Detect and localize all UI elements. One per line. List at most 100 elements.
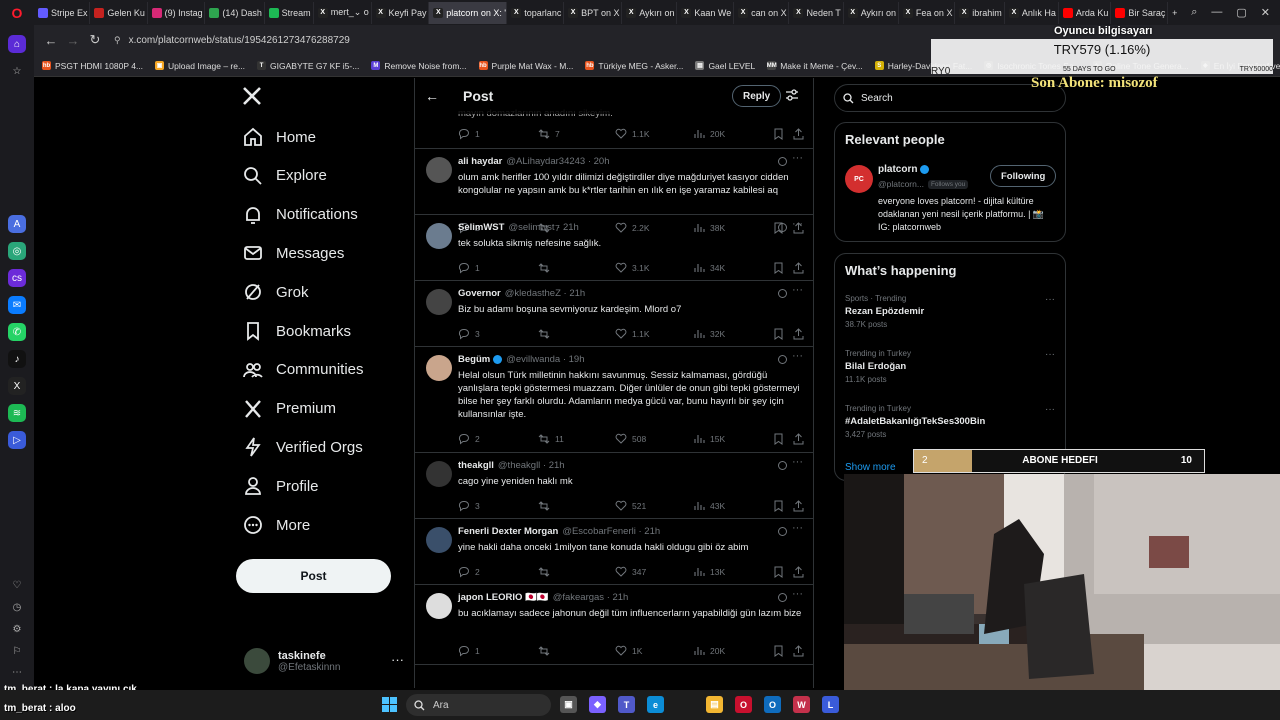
player-icon[interactable]: ▷	[8, 431, 26, 449]
browser-tab[interactable]: Stripe Ex	[34, 1, 91, 24]
bookmark-item[interactable]: hb Türkiye MEG - Asker...	[585, 61, 683, 71]
browser-tab[interactable]: X Keyfi Pay	[372, 1, 430, 24]
views-chart-action[interactable]: 13K	[693, 566, 725, 578]
views-chart-action[interactable]: 20K	[693, 128, 725, 140]
tweet[interactable]: ali haydar @ALihaydar34243 · 20h ··· olum a…	[415, 149, 813, 234]
nav-verified-orgs[interactable]: Verified Orgs	[242, 432, 363, 462]
share-action[interactable]	[793, 128, 809, 140]
author-name[interactable]: ali haydar	[458, 156, 502, 167]
x-sidebar-icon[interactable]: X	[8, 377, 26, 395]
trend-more-icon[interactable]: ···	[1045, 404, 1055, 415]
back-nav-icon[interactable]: ←	[40, 33, 62, 48]
copilot-icon[interactable]: ◆	[589, 696, 606, 713]
bookmark-action[interactable]	[773, 433, 789, 445]
app-teal-icon[interactable]: ◎	[8, 242, 26, 260]
account-more-icon[interactable]: ···	[391, 652, 404, 667]
avatar[interactable]	[426, 289, 452, 315]
heart-action[interactable]: 1.1K	[615, 328, 650, 340]
trend-item[interactable]: Sports · Trending Rezan Epözdemir 38.7K po…	[845, 294, 1055, 329]
bookmark-item[interactable]: M Remove Noise from...	[371, 61, 467, 71]
browser-tab[interactable]: X Anlık Ha	[1005, 1, 1059, 24]
heart-action[interactable]: 1.1K	[615, 128, 650, 140]
views-chart-action[interactable]: 34K	[693, 262, 725, 274]
outlook-icon[interactable]: O	[764, 696, 781, 713]
views-chart-action[interactable]: 43K	[693, 500, 725, 512]
trend-more-icon[interactable]: ···	[1045, 294, 1055, 305]
browser-tab[interactable]: Gelen Ku	[90, 1, 148, 24]
show-more-link[interactable]: Show more	[845, 462, 896, 473]
author-name[interactable]: theakgll	[458, 460, 494, 471]
browser-tab[interactable]: Xtoparlanc	[507, 1, 565, 24]
share-action[interactable]	[793, 566, 809, 578]
author-handle[interactable]: @selimwst · 21h	[508, 222, 578, 233]
tweet[interactable]: theakgll @theakgll · 21h ··· cago yine yeni…	[415, 453, 813, 519]
reply-action[interactable]: 1	[458, 128, 480, 140]
forward-nav-icon[interactable]: →	[62, 33, 84, 48]
bookmark-action[interactable]	[773, 645, 789, 657]
bookmark-item[interactable]: hb PSGT HDMI 1080P 4...	[42, 61, 143, 71]
windows-start-icon[interactable]	[381, 696, 398, 713]
site-info-icon[interactable]: ⚲	[114, 35, 121, 46]
avatar[interactable]	[426, 157, 452, 183]
tweet-more-icon[interactable]: ···	[792, 522, 803, 534]
favorites-heart-icon[interactable]: ♡	[8, 576, 26, 594]
tiktok-icon[interactable]: ♪	[8, 350, 26, 368]
heart-action[interactable]: 521	[615, 500, 646, 512]
home-speed-dial-icon[interactable]: ⌂	[8, 35, 26, 53]
platcorn-avatar[interactable]: PC	[845, 165, 873, 193]
bookmark-action[interactable]	[773, 328, 789, 340]
avatar[interactable]	[426, 527, 452, 553]
browser-tab[interactable]: X Aykırı on	[622, 1, 678, 24]
app-cs-icon[interactable]: cs	[8, 269, 26, 287]
author-handle[interactable]: @EscobarFenerli · 21h	[562, 526, 660, 537]
author-name[interactable]: japon LEORIO 🇯🇵🇯🇵	[458, 592, 549, 603]
views-chart-action[interactable]: 32K	[693, 328, 725, 340]
trend-item[interactable]: Trending in Turkey Bilal Erdoğan 11.1K pos…	[845, 349, 1055, 384]
tweet-more-icon[interactable]: ···	[792, 284, 803, 296]
avatar[interactable]	[426, 223, 452, 249]
tweet[interactable]: Fenerli Dexter Morgan @EscobarFenerli · 2…	[415, 519, 813, 585]
tweet[interactable]: SelimWST @selimwst · 21h ··· tek solukta si…	[415, 215, 813, 281]
browser-tab[interactable]: (14) Dash	[205, 1, 265, 24]
share-action[interactable]	[793, 645, 809, 657]
sliders-icon[interactable]	[785, 88, 799, 107]
grok-explain-icon[interactable]	[778, 593, 787, 602]
reply-button[interactable]: Reply	[732, 85, 782, 107]
edge-icon[interactable]: e	[647, 696, 664, 713]
x-logo-icon[interactable]	[242, 86, 262, 112]
bookmark-action[interactable]	[773, 500, 789, 512]
reply-action[interactable]: 3	[458, 328, 480, 340]
settings-gear-icon[interactable]: ⚙	[8, 620, 26, 638]
teams-icon[interactable]: T	[618, 696, 635, 713]
browser-tab[interactable]: X Neden T	[789, 1, 844, 24]
reply-action[interactable]: 2	[458, 433, 480, 445]
repost-action[interactable]	[538, 566, 555, 578]
tweet[interactable]: japon LEORIO 🇯🇵🇯🇵 @fakeargas · 21h ··· bu a…	[415, 585, 813, 665]
grok-explain-icon[interactable]	[778, 289, 787, 298]
reload-icon[interactable]: ↻	[84, 32, 106, 48]
new-tab-icon[interactable]: +	[1168, 2, 1181, 24]
minimize-icon[interactable]: —	[1211, 6, 1222, 19]
heart-action[interactable]: 1K	[615, 645, 642, 657]
heart-action[interactable]: 3.1K	[615, 262, 650, 274]
share-action[interactable]	[793, 328, 809, 340]
author-handle[interactable]: @kledastheZ · 21h	[505, 288, 585, 299]
grok-explain-icon[interactable]	[778, 527, 787, 536]
share-action[interactable]	[793, 262, 809, 274]
reply-action[interactable]: 2	[458, 566, 480, 578]
browser-tab[interactable]: Bir Saraç	[1111, 1, 1169, 24]
wps-icon[interactable]: W	[793, 696, 810, 713]
task-view-icon[interactable]: ▣	[560, 696, 577, 713]
sidebar-more-icon[interactable]: ⋯	[8, 663, 26, 681]
views-chart-action[interactable]: 15K	[693, 433, 725, 445]
post-button[interactable]: Post	[236, 559, 391, 593]
nav-explore[interactable]: Explore	[242, 161, 327, 191]
trend-item[interactable]: Trending in Turkey #AdaletBakanlığıTekSes…	[845, 404, 1055, 439]
nav-more[interactable]: More	[242, 510, 310, 540]
bookmark-action[interactable]	[773, 128, 789, 140]
search-tabs-icon[interactable]: ⌕	[1191, 6, 1197, 19]
heart-action[interactable]: 347	[615, 566, 646, 578]
grok-explain-icon[interactable]	[778, 223, 787, 232]
heart-action[interactable]: 508	[615, 433, 646, 445]
ai-sidebar-icon[interactable]: A	[8, 215, 26, 233]
